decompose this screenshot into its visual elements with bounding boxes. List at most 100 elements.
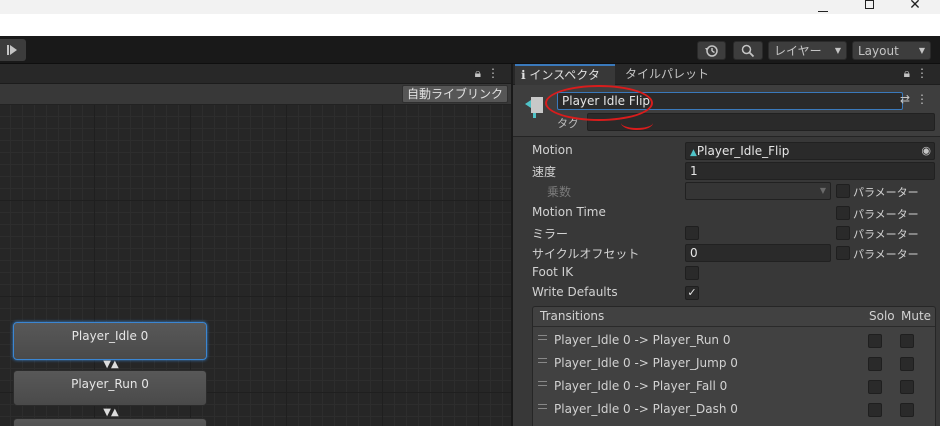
cycle-offset-label: サイクルオフセット (532, 247, 640, 261)
tab-inspector[interactable]: ℹ︎ インスペクター (515, 64, 615, 100)
motion-field[interactable]: ▲Player_Idle_Flip ◉ (685, 142, 935, 160)
step-forward-icon (7, 45, 17, 55)
history-icon (704, 44, 718, 57)
animation-clip-icon: ▲ (690, 148, 697, 158)
transitions-title: Transitions (540, 309, 605, 323)
multiplier-label: 乗数 (547, 185, 572, 199)
annotation-tail (621, 116, 653, 130)
title-strip (0, 0, 940, 14)
cycle-offset-row: サイクルオフセット 0 パラメーター (513, 243, 940, 263)
search-icon (741, 44, 755, 57)
motion-time-row: Motion Time パラメーター (513, 203, 940, 223)
checkmark-icon: ✓ (687, 286, 697, 299)
maximize-icon (864, 0, 874, 9)
close-icon: ✕ (909, 0, 921, 13)
parameter-label: パラメーター (853, 208, 919, 221)
mute-checkbox[interactable] (900, 334, 914, 348)
transition-label: Player_Idle 0 -> Player_Fall 0 (554, 379, 728, 393)
layout-dropdown[interactable]: Layout ▼ (852, 41, 931, 60)
multiplier-dropdown[interactable]: ▼ (685, 182, 831, 200)
mute-header: Mute (901, 309, 932, 323)
animator-subheader: 自動ライブリンク (0, 84, 511, 105)
mirror-parameter-checkbox[interactable] (836, 226, 850, 240)
drag-handle-icon[interactable] (538, 358, 547, 363)
close-button[interactable]: ✕ (892, 0, 938, 14)
state-node-run[interactable]: Player_Run 0 (13, 370, 207, 406)
mirror-checkbox[interactable] (685, 226, 699, 240)
solo-checkbox[interactable] (868, 357, 882, 371)
mirror-label: ミラー (532, 227, 569, 241)
layout-label: Layout (858, 43, 899, 58)
transition-row[interactable]: Player_Idle 0 -> Player_Dash 0 (533, 398, 935, 421)
minimize-button[interactable] (800, 0, 846, 14)
transition-label: Player_Idle 0 -> Player_Run 0 (554, 333, 731, 347)
lock-menu-icon[interactable]: 🔒︎⋮ (475, 66, 505, 81)
settings-menu-icon[interactable]: ⇄⋮ (900, 92, 934, 106)
state-header: Player Idle Flip タグ ⇄⋮ (513, 85, 940, 137)
parameter-label: パラメーター (853, 228, 919, 241)
solo-header: Solo (869, 309, 895, 323)
search-button[interactable] (733, 41, 763, 60)
speed-field[interactable]: 1 (685, 162, 935, 180)
foot-ik-row: Foot IK (513, 263, 940, 283)
transition-row[interactable]: Player_Idle 0 -> Player_Fall 0 (533, 375, 935, 398)
state-node-idle[interactable]: Player_Idle 0 (13, 322, 207, 360)
cycle-offset-parameter-checkbox[interactable] (836, 246, 850, 260)
solo-checkbox[interactable] (868, 380, 882, 394)
auto-live-link-button[interactable]: 自動ライブリンク (401, 85, 508, 103)
write-defaults-checkbox[interactable]: ✓ (685, 286, 699, 300)
chevron-down-icon: ▼ (918, 46, 925, 55)
motion-time-parameter-checkbox[interactable] (836, 206, 850, 220)
mute-checkbox[interactable] (900, 403, 914, 417)
step-button[interactable] (0, 39, 26, 61)
transition-label: Player_Idle 0 -> Player_Jump 0 (554, 356, 738, 370)
speed-row: 速度 1 (513, 161, 940, 181)
mute-checkbox[interactable] (900, 357, 914, 371)
foot-ik-checkbox[interactable] (685, 266, 699, 280)
window-title-bar: ✕ (0, 0, 940, 36)
state-node[interactable] (13, 418, 207, 426)
motion-label: Motion (532, 143, 573, 157)
animator-panel: 🔒︎⋮ 自動ライブリンク Player_Idle 0 ▼▲ Player_Run… (0, 64, 511, 426)
state-node-label: Player_Run 0 (71, 377, 149, 391)
drag-handle-icon[interactable] (538, 381, 547, 386)
animator-tab-header: 🔒︎⋮ (0, 64, 511, 84)
layers-dropdown[interactable]: レイヤー ▼ (768, 41, 847, 60)
transition-row[interactable]: Player_Idle 0 -> Player_Run 0 (533, 329, 935, 352)
state-node-label: Player_Idle 0 (71, 329, 149, 343)
minimize-icon (818, 10, 828, 12)
write-defaults-label: Write Defaults (532, 285, 618, 299)
tab-label: タイルパレット (625, 67, 710, 81)
mirror-row: ミラー パラメーター (513, 223, 940, 243)
tab-tile-palette[interactable]: タイルパレット (619, 64, 715, 85)
history-button[interactable] (697, 41, 726, 60)
object-picker-icon[interactable]: ◉ (921, 143, 931, 159)
inspector-tabbar: ℹ︎ インスペクター タイルパレット 🔒︎⋮ (513, 64, 940, 100)
solo-checkbox[interactable] (868, 403, 882, 417)
motion-time-label: Motion Time (532, 205, 606, 219)
foot-ik-label: Foot IK (532, 265, 574, 279)
solo-checkbox[interactable] (868, 334, 882, 348)
main-toolbar: レイヤー ▼ Layout ▼ (0, 36, 940, 64)
motion-value: Player_Idle_Flip (696, 144, 790, 158)
transitions-header: Transitions Solo Mute (533, 307, 935, 327)
transitions-list: Transitions Solo Mute Player_Idle 0 -> P… (532, 306, 936, 426)
drag-handle-icon[interactable] (538, 335, 547, 340)
cycle-offset-field[interactable]: 0 (685, 244, 831, 262)
lock-menu-icon[interactable]: 🔒︎⋮ (904, 66, 934, 81)
parameter-label: パラメーター (853, 186, 919, 199)
animator-state-icon (525, 97, 543, 118)
chevron-down-icon: ▼ (834, 46, 841, 55)
speed-label: 速度 (532, 165, 557, 179)
transition-label: Player_Idle 0 -> Player_Dash 0 (554, 402, 738, 416)
maximize-button[interactable] (846, 0, 892, 14)
layers-label: レイヤー (774, 44, 822, 58)
mute-checkbox[interactable] (900, 380, 914, 394)
transition-row[interactable]: Player_Idle 0 -> Player_Jump 0 (533, 352, 935, 375)
multiplier-row: 乗数 ▼ パラメーター (513, 181, 940, 201)
chevron-down-icon: ▼ (819, 186, 826, 195)
write-defaults-row: Write Defaults ✓ (513, 283, 940, 303)
multiplier-parameter-checkbox[interactable] (836, 184, 850, 198)
motion-row: Motion ▲Player_Idle_Flip ◉ (513, 141, 940, 161)
drag-handle-icon[interactable] (538, 404, 547, 409)
